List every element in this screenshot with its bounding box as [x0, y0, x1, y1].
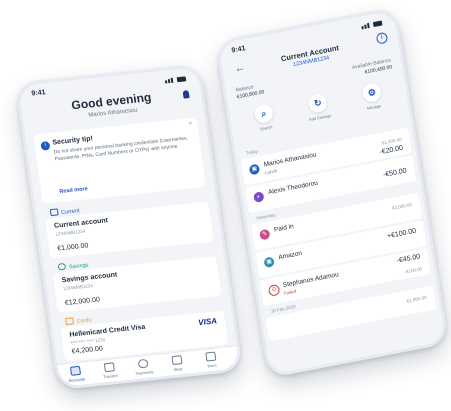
paid-in-icon: ✎: [259, 228, 271, 241]
security-tip-title: Security tip!: [52, 135, 94, 147]
account-number: 1234NMB1234: [54, 228, 86, 237]
transfer-icon: [103, 362, 115, 373]
tab-payments[interactable]: Payments: [128, 358, 160, 377]
read-more-link[interactable]: Read more: [59, 186, 88, 195]
manage-action[interactable]: ⚙ Manage: [351, 80, 394, 113]
phone-account-screen: 9:41 ← Current Account 1234NMB1234 i Bal…: [214, 6, 450, 379]
person-avatar-icon: ◐: [253, 191, 265, 203]
signal-battery-icon: [164, 75, 188, 84]
transaction-amount: -€50.00: [382, 167, 408, 179]
transaction-status: Failed: [283, 288, 297, 296]
card-title: Hellenicard Credit Visa: [68, 323, 146, 339]
transaction-amount: -€45.00: [396, 253, 421, 265]
tab-more[interactable]: More: [195, 351, 227, 370]
payments-icon: [137, 358, 149, 369]
transaction-amount: +€100.00: [386, 227, 417, 241]
tab-transfer[interactable]: Transfer: [94, 361, 126, 380]
add-savings-action[interactable]: ↻ Add Savings: [297, 90, 340, 123]
failed-clock-icon: ⊙: [267, 283, 281, 297]
running-balance: €1,900.00: [406, 294, 427, 304]
beat-icon: [171, 355, 183, 366]
phone-home-screen: 9:41 Good evening Marios Athanasiou i Se…: [14, 63, 244, 391]
signal-battery-icon: [361, 19, 384, 30]
running-balance: €2,000.00: [391, 201, 413, 211]
refresh-icon: ↻: [307, 92, 329, 114]
security-tip-card: i Security tip! Do not share your person…: [33, 117, 207, 204]
card-number: **** **** **** 1234: [70, 337, 106, 346]
notification-bell-icon[interactable]: [182, 90, 190, 99]
card-balance: €4,200.00: [71, 345, 104, 356]
status-time: 9:41: [31, 89, 46, 98]
app-showcase: 9:41 Good evening Marios Athanasiou i Se…: [0, 0, 451, 411]
shop-icon: ▣: [263, 256, 275, 269]
search-action[interactable]: ⌕ Search: [243, 101, 286, 134]
transaction-note: Lunch: [264, 168, 278, 176]
transaction-name: Stephanos Adamou: [282, 271, 340, 289]
accounts-icon: [69, 365, 82, 376]
tab-beat[interactable]: Beat: [161, 354, 193, 373]
account-balance: €1,000.00: [56, 242, 89, 253]
search-icon: ⌕: [253, 103, 275, 125]
transaction-name: Marios Athanasiou: [263, 151, 317, 169]
balance-block: Balance €100,800.00: [235, 82, 265, 101]
account-title: Current account: [53, 217, 109, 230]
close-icon[interactable]: ×: [188, 121, 192, 127]
day-header: Today: [245, 148, 258, 156]
transaction-name: Amazon: [278, 249, 303, 262]
gear-icon: ⚙: [361, 82, 383, 104]
tab-accounts[interactable]: Accounts: [60, 365, 92, 384]
running-balance: -€100.00: [404, 266, 423, 275]
account-balance: €12,000.00: [64, 296, 101, 308]
available-balance-block: Available Balance €100,400.00: [352, 57, 393, 78]
status-time: 9:41: [231, 45, 246, 55]
transaction-name: Paid in: [273, 222, 295, 234]
info-icon: i: [40, 140, 51, 151]
transaction-amount: -€20.00: [379, 144, 404, 157]
transaction-list: Today ▣ Marios Athanasiou Lunch €1,000.0…: [235, 117, 445, 375]
transaction-name: Alexis Theodorou: [267, 179, 319, 197]
transfer-avatar-icon: ▣: [248, 163, 261, 176]
account-number: 1234NMB1234: [62, 283, 94, 292]
visa-logo: VISA: [197, 316, 218, 328]
more-icon: [205, 351, 217, 362]
